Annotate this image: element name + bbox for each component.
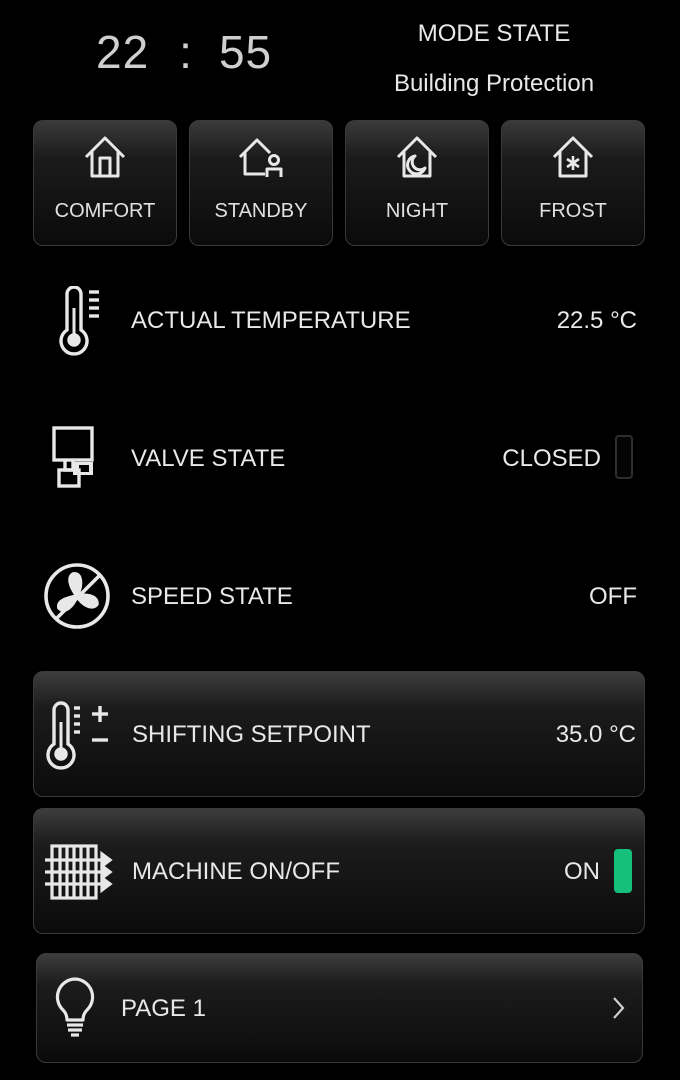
actual-temperature-value: 22.5 °C	[556, 307, 637, 334]
mode-state-title: MODE STATE	[417, 20, 571, 47]
home-person-icon	[238, 138, 283, 177]
lightbulb-icon	[55, 977, 95, 1037]
clock: 22 : 55	[96, 22, 272, 82]
valve-state-indicator	[615, 435, 633, 479]
thermometer-icon	[59, 286, 99, 356]
clock-hours: 22	[96, 26, 150, 78]
page-1-label: PAGE 1	[121, 995, 206, 1022]
clock-minutes: 55	[218, 26, 273, 78]
fan-icon	[44, 563, 110, 629]
standby-label: STANDBY	[214, 200, 308, 222]
night-mode-button[interactable]: NIGHT	[345, 120, 489, 246]
mode-state-value: Building Protection	[393, 70, 595, 97]
machine-on-off-toggle[interactable]	[614, 849, 632, 893]
frost-label: FROST	[539, 200, 607, 222]
machine-on-off-label: MACHINE ON/OFF	[132, 858, 340, 885]
speed-state-row: SPEED STATE OFF	[33, 556, 645, 638]
clock-separator: :	[179, 26, 193, 78]
home-snowflake-icon	[552, 136, 594, 178]
night-label: NIGHT	[385, 200, 449, 222]
thermometer-plus-minus-icon	[46, 701, 108, 770]
shifting-setpoint-card[interactable]: SHIFTING SETPOINT 35.0 °C	[33, 671, 645, 797]
valve-icon	[52, 426, 94, 488]
home-icon	[84, 136, 126, 178]
actual-temperature-row: ACTUAL TEMPERATURE 22.5 °C	[33, 280, 645, 362]
actual-temperature-label: ACTUAL TEMPERATURE	[131, 307, 411, 334]
valve-state-value: CLOSED	[502, 445, 601, 472]
standby-mode-button[interactable]: STANDBY	[189, 120, 333, 246]
shifting-setpoint-value: 35.0 °C	[555, 721, 636, 748]
shifting-setpoint-label: SHIFTING SETPOINT	[132, 721, 371, 748]
home-moon-icon	[396, 136, 438, 178]
valve-state-row: VALVE STATE CLOSED	[33, 418, 645, 500]
heater-icon	[45, 844, 113, 900]
speed-state-label: SPEED STATE	[131, 583, 293, 610]
page-1-card[interactable]: PAGE 1	[36, 953, 643, 1063]
chevron-right-icon	[613, 997, 625, 1019]
machine-on-off-value: ON	[564, 858, 600, 885]
valve-state-label: VALVE STATE	[131, 445, 286, 472]
frost-mode-button[interactable]: FROST	[501, 120, 645, 246]
speed-state-value: OFF	[589, 583, 637, 610]
comfort-mode-button[interactable]: COMFORT	[33, 120, 177, 246]
machine-on-off-card[interactable]: MACHINE ON/OFF ON	[33, 808, 645, 934]
comfort-label: COMFORT	[54, 200, 156, 222]
